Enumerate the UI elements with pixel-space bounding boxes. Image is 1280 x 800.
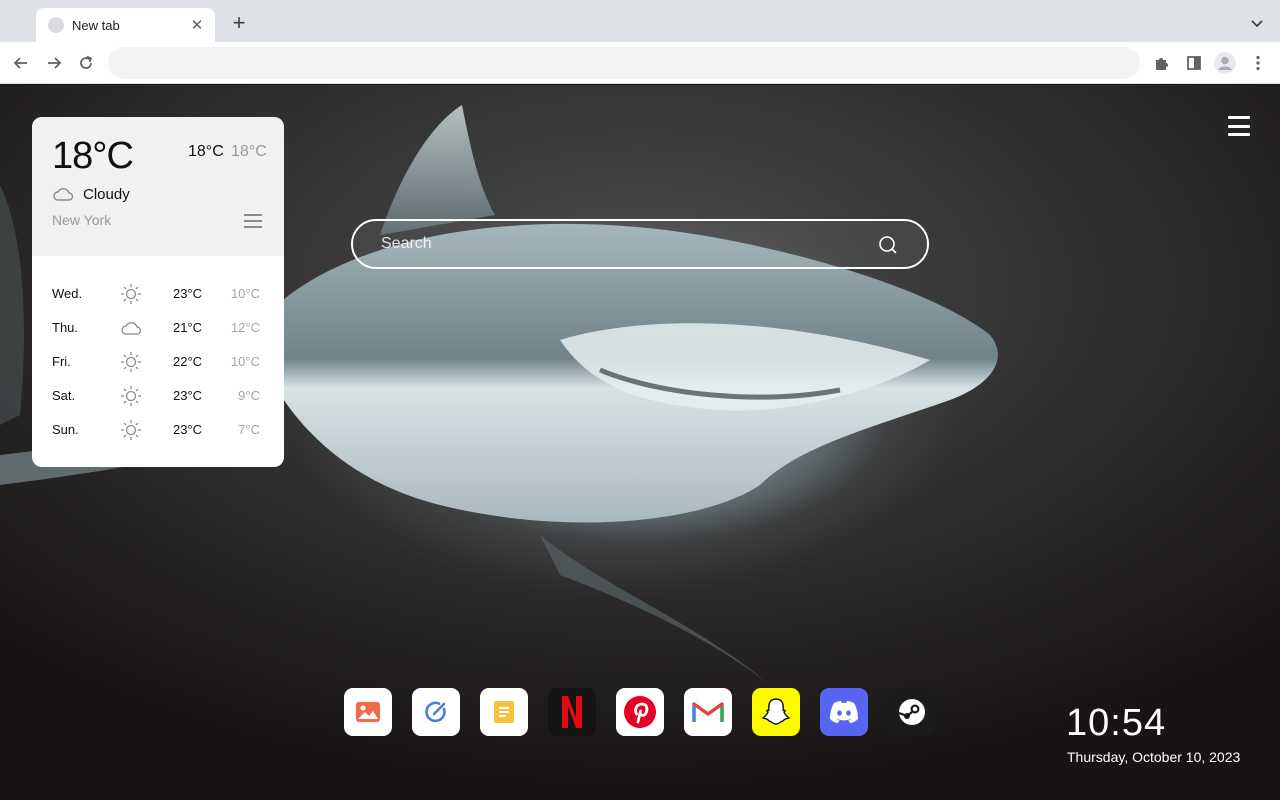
menu-line [1228, 116, 1250, 119]
cloud-icon [121, 322, 142, 335]
new-tab-page: 18°C 18°C 18°C Cloudy New York Wed. 23°C… [0, 85, 1280, 800]
menu-line [1228, 133, 1250, 136]
today-low: 18°C [231, 143, 267, 160]
cloud-icon [53, 188, 74, 201]
hamburger-menu-button[interactable] [1228, 116, 1250, 136]
back-arrow-icon [13, 57, 27, 69]
forecast-row: Thu. 21°C 12°C [32, 311, 284, 345]
dock-gmail-button[interactable] [684, 688, 732, 736]
forecast-low: 10°C [230, 286, 260, 301]
profile-button[interactable] [1214, 52, 1236, 74]
list-line [244, 226, 262, 228]
reload-icon [80, 55, 93, 69]
browser-menu-button[interactable] [1247, 52, 1269, 74]
gmail-icon [692, 702, 724, 722]
forecast-day: Sun. [52, 422, 79, 437]
forecast-low: 9°C [238, 388, 260, 403]
tab-title: New tab [72, 17, 120, 33]
dock-edit-button[interactable] [412, 688, 460, 736]
forecast-high: 21°C [173, 320, 203, 335]
forward-arrow-icon [48, 57, 62, 69]
tab-search-chevron-icon[interactable] [1248, 14, 1266, 32]
dock-photos-button[interactable] [344, 688, 392, 736]
sun-icon [121, 284, 141, 304]
clock-time: 10:54 [1066, 702, 1167, 744]
weather-city: New York [52, 212, 112, 228]
clock-date: Thursday, October 10, 2023 [1067, 749, 1241, 765]
puzzle-icon [1156, 58, 1168, 70]
forecast-low: 10°C [230, 354, 260, 369]
kebab-menu-icon [1256, 55, 1260, 71]
forecast-low: 7°C [238, 422, 260, 437]
discord-icon [830, 701, 858, 723]
sun-icon [121, 420, 141, 440]
forecast-row: Wed. 23°C 10°C [32, 277, 284, 311]
weather-widget: 18°C 18°C 18°C Cloudy New York Wed. 23°C… [32, 117, 284, 467]
weather-condition: Cloudy [83, 186, 130, 203]
dock-pinterest-button[interactable] [616, 688, 664, 736]
notes-icon [494, 701, 514, 723]
snapchat-ghost-icon [761, 698, 791, 725]
today-high: 18°C [188, 143, 224, 160]
tab-new-tab[interactable]: New tab ✕ [36, 8, 215, 42]
current-temperature: 18°C [52, 135, 134, 177]
list-line [244, 214, 262, 216]
sun-icon [121, 386, 141, 406]
search-input[interactable] [381, 229, 861, 259]
forecast-high: 22°C [173, 354, 203, 369]
search-box [351, 219, 929, 269]
tab-close-button[interactable]: ✕ [189, 16, 205, 34]
forecast-list-icon[interactable] [244, 214, 262, 228]
new-tab-button[interactable]: + [228, 12, 250, 34]
back-button[interactable] [10, 52, 32, 74]
extensions-button[interactable] [1151, 52, 1173, 74]
tab-strip: New tab ✕ + [0, 0, 1280, 42]
dock-discord-button[interactable] [820, 688, 868, 736]
forecast-day: Fri. [52, 354, 71, 369]
edit-pen-icon [425, 701, 446, 723]
forecast-day: Thu. [52, 320, 79, 335]
forecast-low: 12°C [230, 320, 260, 335]
forecast-row: Sun. 23°C 7°C [32, 413, 284, 447]
dock-steam-button[interactable] [888, 688, 936, 736]
pinterest-icon [624, 696, 656, 728]
forecast-high: 23°C [173, 388, 203, 403]
reload-button[interactable] [75, 52, 97, 74]
steam-icon [898, 699, 925, 725]
address-bar-input[interactable] [108, 47, 1140, 79]
dock-netflix-button[interactable] [548, 688, 596, 736]
photos-icon [356, 702, 380, 722]
side-panel-button[interactable] [1183, 52, 1205, 74]
side-panel-icon [1187, 56, 1201, 70]
tab-favicon-icon [48, 17, 64, 33]
menu-line [1228, 124, 1250, 128]
avatar-icon [1214, 52, 1236, 74]
dock-notes-button[interactable] [480, 688, 528, 736]
forecast-day: Wed. [52, 286, 83, 301]
forecast-day: Sat. [52, 388, 76, 403]
sun-icon [121, 352, 141, 372]
forecast-high: 23°C [173, 422, 203, 437]
forward-button[interactable] [43, 52, 65, 74]
list-line [244, 220, 262, 222]
browser-toolbar [0, 42, 1280, 84]
weather-current: 18°C 18°C 18°C Cloudy New York [32, 117, 284, 256]
netflix-icon [562, 696, 582, 728]
forecast-row: Fri. 22°C 10°C [32, 345, 284, 379]
search-icon[interactable] [877, 234, 899, 256]
forecast-row: Sat. 23°C 9°C [32, 379, 284, 413]
dock-snapchat-button[interactable] [752, 688, 800, 736]
forecast-high: 23°C [173, 286, 203, 301]
